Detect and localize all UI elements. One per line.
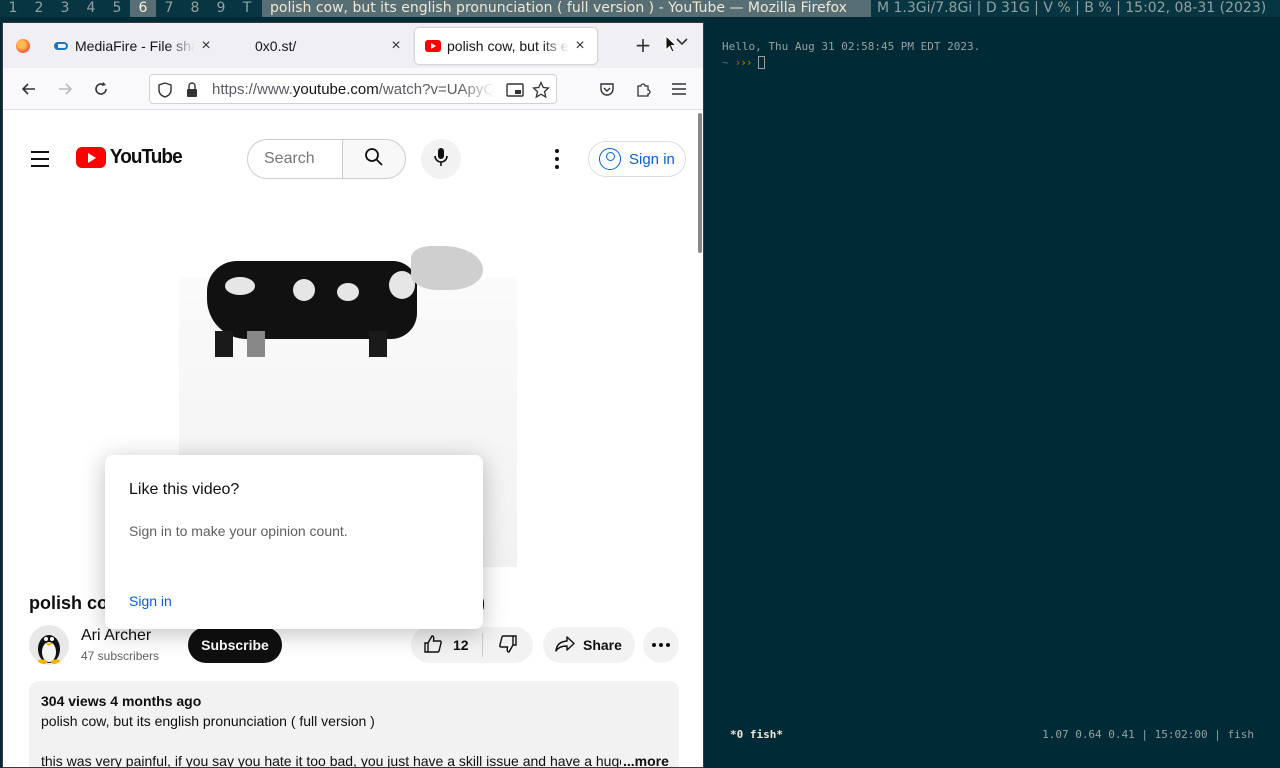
workspace-1[interactable]: 1 [0,0,26,17]
tmux-status-right: 1.07 0.64 0.41 | 15:02:00 | fish [1042,728,1254,741]
youtube-icon [425,38,441,54]
pocket-icon[interactable] [595,77,619,101]
description-box[interactable]: 304 views 4 months ago polish cow, but i… [29,681,679,768]
workspace-2[interactable]: 2 [26,0,52,17]
reload-icon[interactable] [89,77,113,101]
tab-label: polish cow, but its english pronunciatio… [447,37,569,54]
popup-sign-in-link[interactable]: Sign in [129,593,172,609]
channel-name[interactable]: Ari Archer [81,627,151,645]
workspace-6[interactable]: 6 [130,0,156,17]
close-tab-icon[interactable]: × [389,37,403,55]
search-icon [364,147,384,171]
scrollbar-thumb[interactable] [698,113,702,253]
youtube-page: YouTube Search Sign in polish co Ari Arc… [3,111,703,768]
focused-window-title: polish cow, but its english pronunciatio… [262,0,871,17]
show-more-link[interactable]: ...more [623,753,669,767]
account-circle-icon [599,148,621,170]
like-button[interactable]: 12 [411,633,483,657]
lock-icon[interactable] [186,82,198,102]
guide-menu-icon[interactable] [31,151,49,172]
popup-heading: Like this video? [129,481,240,498]
video-title: polish co [29,593,109,613]
workspace-7[interactable]: 7 [156,0,182,17]
workspace-8[interactable]: 8 [182,0,208,17]
share-arrow-icon [555,635,575,656]
like-dislike-group: 12 [411,627,533,663]
search-input[interactable]: Search [247,139,343,179]
view-count-and-date: 304 views 4 months ago [41,693,202,709]
search-button[interactable] [342,139,406,179]
description-line-1: polish cow, but its english pronunciatio… [41,713,375,729]
tab-bar: MediaFire - File sharing and storage × 0… [3,23,703,68]
thumbs-up-icon [423,634,443,657]
tab-label: 0x0.st/ [255,37,297,54]
thumbs-down-icon [498,634,518,657]
tab-0x0[interactable]: 0x0.st/ × [223,28,413,64]
sign-in-button[interactable]: Sign in [588,141,686,177]
tmux-window-label[interactable]: *0 fish* [730,728,783,741]
workspace-t[interactable]: T [234,0,260,17]
workspace-5[interactable]: 5 [104,0,130,17]
tab-label: MediaFire - File sharing and storage [75,37,195,54]
navigation-toolbar: https://www.youtube.com/watch?v=UApyQ [3,68,703,110]
top-status-bar: 1 2 3 4 5 6 7 8 9 T polish cow, but its … [0,0,1280,17]
settings-kebab-icon[interactable] [551,147,563,171]
new-tab-button[interactable]: + [631,33,655,57]
subscribe-button[interactable]: Subscribe [188,627,282,663]
share-label: Share [583,637,622,653]
dislike-button[interactable] [483,634,533,657]
subscriber-count: 47 subscribers [81,649,160,663]
terminal-window[interactable]: Hello, Thu Aug 31 02:58:45 PM EDT 2023. … [704,22,1280,768]
url-text[interactable]: https://www.youtube.com/watch?v=UApyQ [212,81,494,98]
popup-body: Sign in to make your opinion count. [129,523,348,539]
picture-in-picture-icon[interactable] [506,82,524,102]
address-bar[interactable]: https://www.youtube.com/watch?v=UApyQ [149,74,557,104]
page-scrollbar[interactable] [697,111,703,767]
prompt-arrows-icon: ››› [734,56,753,69]
mouse-cursor-icon [665,34,678,57]
extensions-puzzle-icon[interactable] [631,77,655,101]
youtube-play-icon [76,147,106,168]
system-info: M 1.3Gi/7.8Gi | D 31G | V % | B % | 15:0… [876,0,1267,16]
sign-in-label: Sign in [629,150,675,168]
tab-youtube[interactable]: polish cow, but its english pronunciatio… [415,27,597,64]
like-count: 12 [453,637,469,653]
close-tab-icon[interactable]: × [573,37,587,55]
terminal-greeting: Hello, Thu Aug 31 02:58:45 PM EDT 2023. [722,40,981,53]
youtube-logo[interactable]: YouTube [76,146,184,169]
tracking-shield-icon[interactable] [158,82,172,102]
workspace-9[interactable]: 9 [208,0,234,17]
terminal-cursor [757,56,765,69]
mediafire-icon [53,38,69,54]
prompt-cwd: ~ [722,56,729,69]
more-actions-button[interactable] [643,627,679,663]
firefox-window: MediaFire - File sharing and storage × 0… [2,22,704,768]
like-sign-in-popup: Like this video? Sign in to make your op… [105,455,483,629]
youtube-wordmark: YouTube [109,146,183,168]
voice-search-button[interactable] [421,139,461,179]
description-line-2: this was very painful, if you say you ha… [41,753,621,768]
blank-page-icon [233,38,249,54]
tab-mediafire[interactable]: MediaFire - File sharing and storage × [43,28,223,64]
menu-hamburger-icon[interactable] [667,77,691,101]
workspace-4[interactable]: 4 [78,0,104,17]
share-button[interactable]: Share [543,627,635,663]
forward-arrow-icon[interactable] [53,77,77,101]
close-tab-icon[interactable]: × [199,37,213,55]
microphone-icon [434,147,448,171]
bookmark-star-icon[interactable] [531,80,551,103]
firefox-view-icon[interactable] [3,38,43,53]
shell-prompt[interactable]: ~ ››› [722,56,765,69]
channel-avatar[interactable] [29,625,69,665]
workspace-3[interactable]: 3 [52,0,78,17]
back-arrow-icon[interactable] [17,77,41,101]
